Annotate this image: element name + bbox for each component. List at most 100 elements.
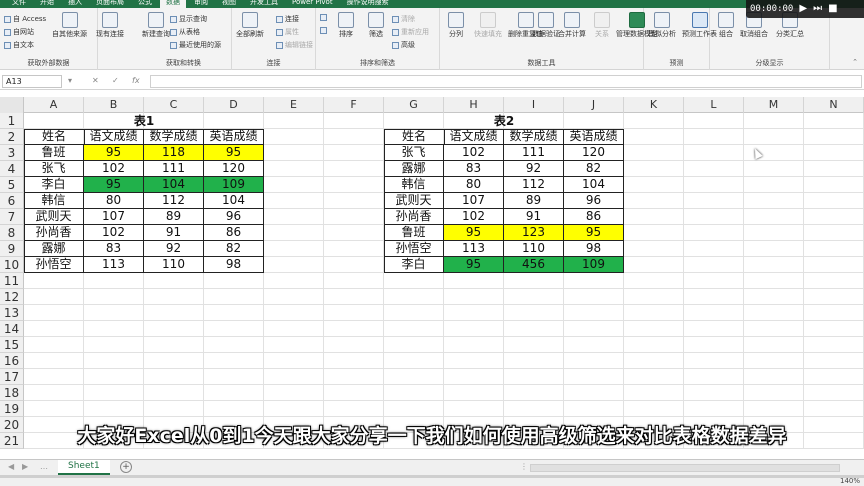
prev-sheet-icon[interactable]: ◀ [8, 462, 14, 471]
column-header-I[interactable]: I [504, 97, 564, 113]
row-header-16[interactable]: 16 [0, 353, 24, 369]
column-header-E[interactable]: E [264, 97, 324, 113]
row-header-10[interactable]: 10 [0, 257, 24, 273]
table1-cell[interactable]: 98 [204, 257, 264, 273]
row-header-1[interactable]: 1 [0, 113, 24, 129]
from-web-button[interactable]: 自网站 [4, 27, 34, 37]
reapply-button[interactable]: 重新应用 [392, 27, 429, 37]
table2-cell[interactable]: 83 [444, 161, 504, 177]
select-all-corner[interactable] [0, 97, 24, 113]
row-header-4[interactable]: 4 [0, 161, 24, 177]
table1-cell[interactable]: 91 [144, 225, 204, 241]
table1-cell[interactable]: 95 [84, 177, 144, 193]
table1-cell[interactable]: 露娜 [24, 241, 84, 257]
table2-cell[interactable]: 98 [564, 241, 624, 257]
table2-cell[interactable]: 111 [504, 145, 564, 161]
table1-cell[interactable]: 107 [84, 209, 144, 225]
column-header-A[interactable]: A [24, 97, 84, 113]
table1-cell[interactable]: 孙悟空 [24, 257, 84, 273]
table1-cell[interactable]: 韩信 [24, 193, 84, 209]
column-header-N[interactable]: N [804, 97, 864, 113]
column-header-C[interactable]: C [144, 97, 204, 113]
relationships-button[interactable]: 关系 [594, 12, 610, 38]
existing-connections-button[interactable]: 现有连接 [96, 12, 124, 38]
table2-cell[interactable]: 86 [564, 209, 624, 225]
table2-cell[interactable]: 80 [444, 177, 504, 193]
table2-header-cell[interactable]: 数学成绩 [504, 129, 564, 145]
horizontal-scrollbar[interactable] [530, 464, 840, 472]
table2-cell[interactable]: 123 [504, 225, 564, 241]
table2-cell[interactable]: 95 [444, 225, 504, 241]
table1-header-cell[interactable]: 数学成绩 [144, 129, 204, 145]
from-text-button[interactable]: 自文本 [4, 40, 34, 50]
table1-cell[interactable]: 104 [204, 193, 264, 209]
column-header-G[interactable]: G [384, 97, 444, 113]
table2-cell[interactable]: 102 [444, 209, 504, 225]
column-header-J[interactable]: J [564, 97, 624, 113]
table2-header-cell[interactable]: 姓名 [384, 129, 445, 145]
table1-cell[interactable]: 109 [204, 177, 264, 193]
table1-cell[interactable]: 102 [84, 225, 144, 241]
ribbon-tab-10[interactable]: 操作说明搜索 [341, 0, 395, 8]
more-sheets-icon[interactable]: … [40, 462, 48, 471]
table2-cell[interactable]: 102 [444, 145, 504, 161]
data-validation-button[interactable]: 数据验证 [532, 12, 560, 38]
table1-cell[interactable]: 80 [84, 193, 144, 209]
row-header-13[interactable]: 13 [0, 305, 24, 321]
table1-cell[interactable]: 113 [84, 257, 144, 273]
ribbon-tab-5[interactable]: 数据 [160, 0, 186, 8]
properties-button[interactable]: 属性 [276, 27, 299, 37]
table2-header-cell[interactable]: 语文成绩 [444, 129, 504, 145]
new-query-button[interactable]: 新建查询 [142, 12, 170, 38]
table1-cell[interactable]: 武则天 [24, 209, 84, 225]
table1-header-cell[interactable]: 语文成绩 [84, 129, 144, 145]
play-icon[interactable]: ▶ [799, 4, 807, 14]
recent-sources-button[interactable]: 最近使用的源 [170, 40, 221, 50]
table1-cell[interactable]: 118 [144, 145, 204, 161]
table2-cell[interactable]: 武则天 [384, 193, 444, 209]
from-access-button[interactable]: 自 Access [4, 14, 46, 24]
row-header-14[interactable]: 14 [0, 321, 24, 337]
table2-cell[interactable]: 孙尚香 [384, 209, 444, 225]
ribbon-tab-0[interactable]: 文件 [6, 0, 32, 8]
skip-next-icon[interactable]: ⏭ [813, 4, 822, 14]
row-header-17[interactable]: 17 [0, 369, 24, 385]
column-header-L[interactable]: L [684, 97, 744, 113]
table2-cell[interactable]: 104 [564, 177, 624, 193]
table1-cell[interactable]: 95 [84, 145, 144, 161]
row-header-15[interactable]: 15 [0, 337, 24, 353]
table2-cell[interactable]: 112 [504, 177, 564, 193]
insert-function-icon[interactable]: fx [132, 76, 140, 85]
table1-cell[interactable]: 96 [204, 209, 264, 225]
ribbon-tab-8[interactable]: 开发工具 [244, 0, 284, 8]
table1-cell[interactable]: 82 [204, 241, 264, 257]
table2-cell[interactable]: 鲁班 [384, 225, 444, 241]
cancel-icon[interactable]: ✕ [92, 76, 99, 85]
row-header-8[interactable]: 8 [0, 225, 24, 241]
row-header-18[interactable]: 18 [0, 385, 24, 401]
row-header-5[interactable]: 5 [0, 177, 24, 193]
table2-cell[interactable]: 91 [504, 209, 564, 225]
table2-cell[interactable]: 109 [564, 257, 624, 273]
stop-icon[interactable]: ■ [828, 4, 837, 14]
row-header-19[interactable]: 19 [0, 401, 24, 417]
table2-cell[interactable]: 张飞 [384, 145, 444, 161]
row-header-12[interactable]: 12 [0, 289, 24, 305]
table2-header-cell[interactable]: 英语成绩 [564, 129, 624, 145]
next-sheet-icon[interactable]: ▶ [22, 462, 28, 471]
row-header-9[interactable]: 9 [0, 241, 24, 257]
zoom-level[interactable]: 140% [840, 477, 860, 485]
column-header-H[interactable]: H [444, 97, 504, 113]
sort-az-button[interactable] [320, 14, 327, 21]
table1-cell[interactable]: 89 [144, 209, 204, 225]
table1-cell[interactable]: 86 [204, 225, 264, 241]
table2-cell[interactable]: 110 [504, 241, 564, 257]
table2-cell[interactable]: 95 [564, 225, 624, 241]
table1-cell[interactable]: 张飞 [24, 161, 84, 177]
sort-button[interactable]: 排序 [338, 12, 354, 38]
connections-button[interactable]: 连接 [276, 14, 299, 24]
table1-cell[interactable]: 92 [144, 241, 204, 257]
table1-header-cell[interactable]: 英语成绩 [204, 129, 264, 145]
table1-cell[interactable]: 104 [144, 177, 204, 193]
consolidate-button[interactable]: 合并计算 [558, 12, 586, 38]
